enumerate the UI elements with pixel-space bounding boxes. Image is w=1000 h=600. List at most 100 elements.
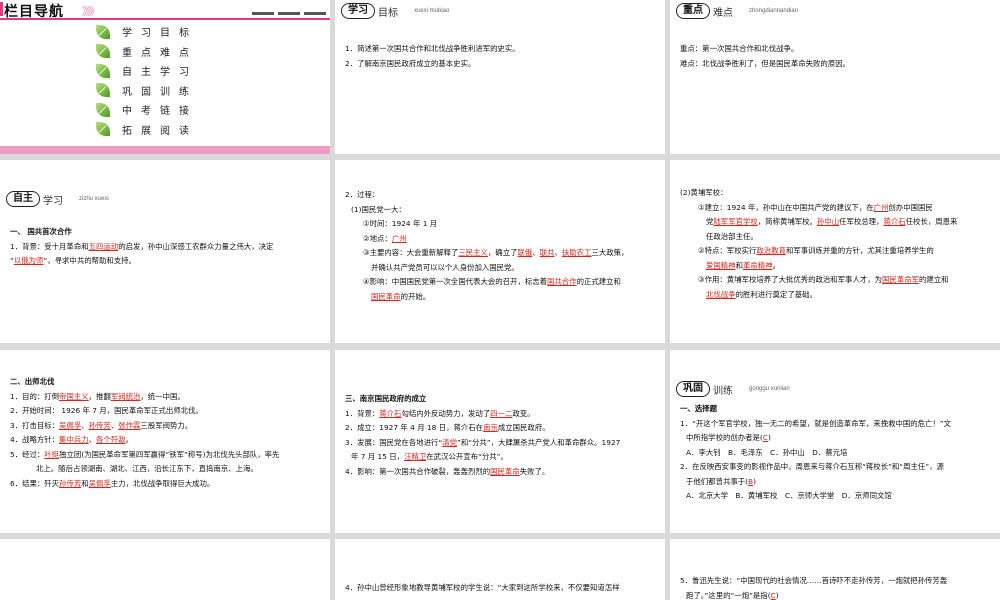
- slide-nanjing-government: 三、南京国民政府的成立 1．背景：蒋介石勾结内外反动势力，发动了四一二政变。 2…: [335, 350, 665, 533]
- answer-fill: 孙传芳: [59, 478, 82, 488]
- badge-word: 目标: [378, 7, 398, 19]
- text-line: 3．打击目标：吴佩孚、孙传芳、张作霖三股军阀势力。: [10, 419, 279, 434]
- text-run: 的开始。: [400, 291, 431, 301]
- text-line: 任政治部主任。: [706, 231, 758, 241]
- text-line: ②特点：军校实行政治教育和军事训练并重的方针，尤其注重培养学生的: [680, 244, 957, 259]
- text-line: (1)国民党一大：: [351, 204, 406, 214]
- text-line: (2)黄埔军校：: [680, 188, 728, 197]
- text-run: 三大政策，: [591, 248, 629, 257]
- text-run: 、: [554, 248, 562, 257]
- answer-fill: 三民主义: [458, 248, 488, 257]
- text-run: 任校长，周恩来: [905, 217, 958, 226]
- text-line: 年 7 月 15 日，汪精卫在武汉公开宣布“分共”。: [345, 450, 620, 465]
- text-line: 3．发展：国民党在各地进行“清党”和“分共”，大肆屠杀共产党人和革命群众。192…: [345, 436, 620, 451]
- nav-header: 栏目导航 》》》: [0, 0, 330, 20]
- answer-fill: 南京: [483, 423, 498, 432]
- text-run: 和: [735, 260, 743, 270]
- nav-item-key-points[interactable]: 重点难点: [96, 42, 198, 62]
- question-line: 5．鲁迅先生说：“中国现代的社会情况……首诗吓不走孙传芳，一炮就把孙传芳轰: [680, 576, 948, 585]
- header-tab-bar: [278, 12, 300, 15]
- section-badge: 学习 目标 xuexi mubiao: [341, 2, 449, 20]
- nav-bottom-bar: [0, 146, 330, 154]
- text-line: 党陆军军官学校，简称黄埔军校。孙中山任军校总理，蒋介石任校长，周恩来: [680, 215, 957, 230]
- text-run: ，推翻: [88, 391, 111, 401]
- text-run: 主力，北伐战争取得巨大成功。: [110, 478, 215, 488]
- question-line: 2．在反映西安事变的影视作品中，周恩来与蒋介石互称“蒋校长”和“周主任”，源: [680, 462, 944, 471]
- goal-line: 2．了解南京国民政府成立的基本史实。: [345, 58, 476, 68]
- nav-item-goals[interactable]: 学习目标: [96, 22, 198, 42]
- text-line: ④影响：中国国民党第一次全国代表大会的召开，标志着国共合作的正式建立和: [345, 275, 628, 290]
- text-line: 爱国精神和革命精神。: [680, 259, 957, 274]
- text-run: 。: [125, 435, 134, 444]
- badge-pinyin: gonggu xunlian: [749, 386, 790, 392]
- answer-fill: 张作霖: [118, 420, 141, 430]
- nav-item-label: 巩固训练: [122, 86, 198, 98]
- key-line: 重点：第一次国共合作和北伐战争。: [680, 44, 799, 53]
- text-run: 6．结果：歼灭: [10, 478, 60, 488]
- text-line: ③作用：黄埔军校培养了大批优秀的政治和军事人才，为国民革命军的建立和: [680, 273, 957, 288]
- slide-question-4: 4．孙中山曾经形象地教导黄埔军校的学生说：“大家到这所学校来，不仅要知道怎样: [335, 539, 665, 600]
- text-line: “以俄为师”，寻求中共的帮助和支持。: [10, 254, 273, 269]
- nanjing-text: 三、南京国民政府的成立 1．背景：蒋介石勾结内外反动势力，发动了四一二政变。 2…: [345, 392, 620, 479]
- text-line: 1．背景：蒋介石勾结内外反动势力，发动了四一二政变。: [345, 407, 620, 422]
- answer-fill: 汪精卫: [404, 452, 427, 461]
- text-run: 3．打击目标：: [10, 420, 60, 430]
- badge-word: 训练: [713, 385, 733, 397]
- badge-label: 学习: [341, 3, 375, 19]
- nav-item-extended-reading[interactable]: 拓展阅读: [96, 120, 198, 140]
- section-heading: 一、选择题: [680, 404, 717, 413]
- text-run: ③主要内容：大会重新解释了: [363, 248, 459, 257]
- answer-fill: 以俄为师: [13, 256, 44, 265]
- answer-fill: 国共合作: [547, 277, 577, 286]
- slide-question-5: 5．鲁迅先生说：“中国现代的社会情况……首诗吓不走孙传芳，一炮就把孙传芳轰 跑了…: [670, 539, 1000, 600]
- text-run: ③作用：黄埔军校培养了大批优秀的政治和军事人才，为: [698, 275, 883, 284]
- section-badge: 自主 学习 zizhu xuexi: [6, 190, 109, 208]
- leaf-icon: [96, 63, 110, 78]
- text-run: 的正式建立和: [576, 277, 621, 286]
- badge-pinyin: zizhu xuexi: [79, 196, 109, 202]
- section-heading: 三、南京国民政府的成立: [345, 394, 427, 403]
- nav-item-self-study[interactable]: 自主学习: [96, 61, 198, 81]
- text-run: 跑了。”这里的“一炮”是指(: [686, 590, 771, 600]
- text-run: ): [767, 433, 771, 442]
- text-run: 。: [772, 260, 780, 270]
- leaf-icon: [96, 44, 110, 59]
- question-line: 于他们都曾共事于(B): [680, 475, 951, 490]
- process-text: 2．过程： (1)国民党一大： ①时间：1924 年 1 月 ②地点：广州 ③主…: [345, 188, 628, 304]
- header-tabs: [252, 12, 326, 15]
- answer-fill: 集中兵力: [59, 435, 89, 444]
- answer-fill: 国民革命: [371, 291, 401, 301]
- answer-fill: 四一二: [490, 408, 513, 418]
- slide-northern-expedition: 二、出师北伐 1．目的：打倒帝国主义，推翻军阀统治，统一中国。 2．开始时间： …: [0, 350, 330, 533]
- slide-blank: [0, 539, 330, 600]
- nav-item-label: 学习目标: [122, 28, 198, 40]
- text-run: ，简称黄埔军校。: [757, 217, 817, 226]
- answer-fill: 蒋介石: [883, 217, 906, 226]
- text-run: 三股军阀势力。: [140, 420, 193, 430]
- text-run: ，统一中国。: [140, 391, 185, 401]
- nav-item-label: 拓展阅读: [122, 125, 198, 137]
- text-run: 、: [81, 420, 89, 430]
- nav-item-practice[interactable]: 巩固训练: [96, 81, 198, 101]
- slide-self-study: 自主 学习 zizhu xuexi 一、 国共首次合作 1．背景：受十月革命和五…: [0, 160, 330, 343]
- answer-fill: 清党: [442, 437, 458, 447]
- text-line: 并确认共产党员可以以个人身份加入国民党。: [371, 262, 519, 272]
- badge-label: 自主: [6, 191, 40, 207]
- slide-practice: 巩固 训练 gonggu xunlian 一、选择题 1．“开这个军官学校，独一…: [670, 350, 1000, 533]
- text-run: ): [753, 476, 756, 486]
- badge-word: 难点: [713, 7, 733, 19]
- nav-item-exam-link[interactable]: 中考链接: [96, 100, 198, 120]
- text-run: ”，寻求中共的帮助和支持。: [43, 256, 136, 265]
- answer-fill: 联共: [539, 248, 555, 257]
- text-line: 2．过程：: [345, 190, 380, 199]
- text-run: 创办中国国民: [888, 202, 933, 212]
- chevrons-icon: 》》》: [82, 5, 100, 18]
- text-line: 1．背景：受十月革命和五四运动的启发，孙中山深感工农群众力量之伟大，决定: [10, 240, 273, 255]
- answer-fill: 孙中山: [816, 217, 840, 226]
- answer-fill: 孙传芳: [88, 420, 111, 430]
- nav-underline: [0, 18, 330, 20]
- text-run: 中所指学校的创办者是(: [686, 433, 763, 442]
- answer-fill: 革命精神: [742, 260, 773, 270]
- answer-fill: 吴佩孚: [59, 420, 82, 430]
- badge-label: 巩固: [676, 381, 710, 397]
